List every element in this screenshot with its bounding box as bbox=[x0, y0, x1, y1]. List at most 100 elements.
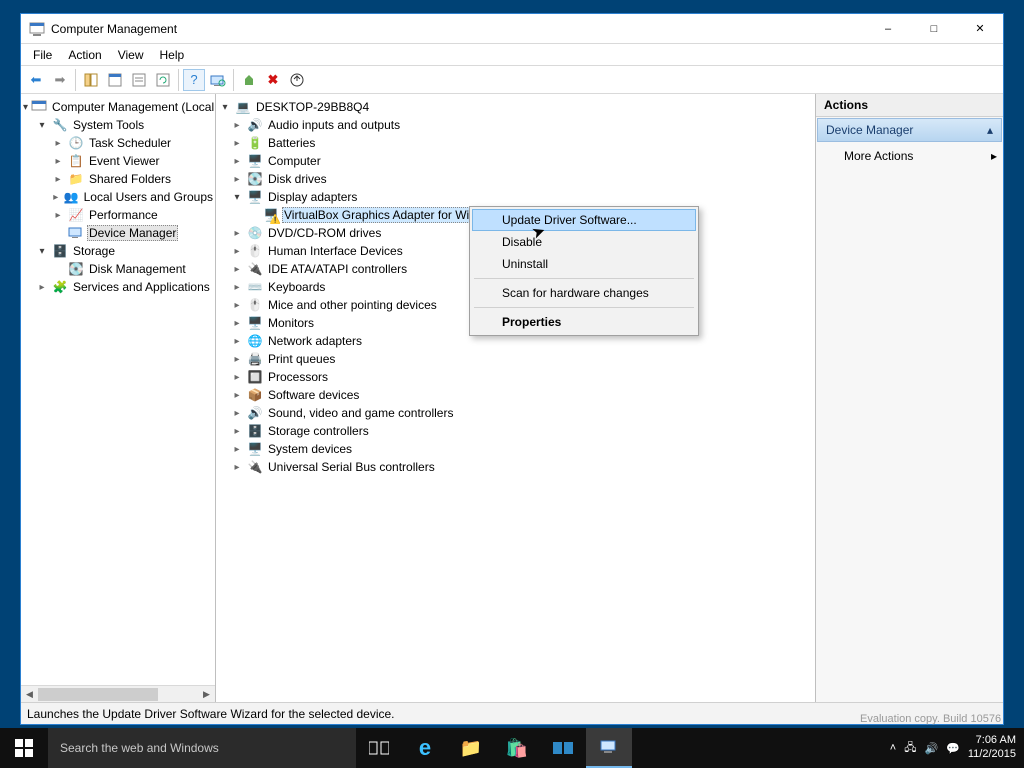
tree-system-tools[interactable]: 🔧System Tools bbox=[21, 116, 215, 134]
dev-storage-ctrl[interactable]: 🗄️Storage controllers bbox=[216, 422, 815, 440]
tree-local-users[interactable]: 👥Local Users and Groups bbox=[21, 188, 215, 206]
storage-ctrl-icon: 🗄️ bbox=[247, 423, 263, 439]
disk-icon: 💽 bbox=[68, 261, 84, 277]
compmgmt-taskbar-icon[interactable] bbox=[586, 728, 632, 768]
tree-event-viewer[interactable]: 📋Event Viewer bbox=[21, 152, 215, 170]
titlebar[interactable]: Computer Management – □ ✕ bbox=[21, 14, 1003, 44]
export-button[interactable] bbox=[128, 69, 150, 91]
search-box[interactable]: Search the web and Windows bbox=[48, 728, 356, 768]
dev-computer[interactable]: 🖥️Computer bbox=[216, 152, 815, 170]
scroll-thumb[interactable] bbox=[38, 688, 158, 701]
dev-sound-video[interactable]: 🔊Sound, video and game controllers bbox=[216, 404, 815, 422]
search-placeholder: Search the web and Windows bbox=[60, 741, 219, 755]
menu-help[interactable]: Help bbox=[152, 46, 193, 64]
back-button[interactable]: ⬅ bbox=[25, 69, 47, 91]
computer-icon: 💻 bbox=[235, 99, 251, 115]
show-tree-button[interactable] bbox=[80, 69, 102, 91]
tree-disk-management[interactable]: 💽Disk Management bbox=[21, 260, 215, 278]
cm-uninstall[interactable]: Uninstall bbox=[472, 253, 696, 275]
actions-device-manager[interactable]: Device Manager ▴ bbox=[817, 118, 1002, 142]
app-icon bbox=[29, 21, 45, 37]
services-icon: 🧩 bbox=[52, 279, 68, 295]
dev-usb[interactable]: 🔌Universal Serial Bus controllers bbox=[216, 458, 815, 476]
system-icon: 🖥️ bbox=[247, 441, 263, 457]
tree-performance[interactable]: 📈Performance bbox=[21, 206, 215, 224]
dev-print-queues[interactable]: 🖨️Print queues bbox=[216, 350, 815, 368]
cm-separator bbox=[474, 278, 694, 279]
properties-button[interactable] bbox=[104, 69, 126, 91]
audio-icon: 🔊 bbox=[247, 117, 263, 133]
volume-tray-icon[interactable]: 🔊 bbox=[924, 742, 938, 755]
menu-view[interactable]: View bbox=[110, 46, 152, 64]
mouse-icon: 🖱️ bbox=[247, 297, 263, 313]
dev-software-devices[interactable]: 📦Software devices bbox=[216, 386, 815, 404]
help-button[interactable]: ? bbox=[183, 69, 205, 91]
cm-disable[interactable]: Disable bbox=[472, 231, 696, 253]
app1-icon[interactable] bbox=[540, 728, 586, 768]
dev-disk-drives[interactable]: 💽Disk drives bbox=[216, 170, 815, 188]
uninstall-button[interactable] bbox=[286, 69, 308, 91]
dev-root[interactable]: 💻DESKTOP-29BB8Q4 bbox=[216, 98, 815, 116]
clock-icon: 🕒 bbox=[68, 135, 84, 151]
start-button[interactable] bbox=[0, 728, 48, 768]
notifications-tray-icon[interactable]: 💬 bbox=[946, 742, 960, 755]
disable-button[interactable]: ✖ bbox=[262, 69, 284, 91]
cm-update-driver[interactable]: Update Driver Software... bbox=[472, 209, 696, 231]
dev-processors[interactable]: 🔲Processors bbox=[216, 368, 815, 386]
dvd-icon: 💿 bbox=[247, 225, 263, 241]
tray-chevron-icon[interactable]: ˄ bbox=[890, 742, 896, 754]
scan-hardware-button[interactable] bbox=[207, 69, 229, 91]
window-title: Computer Management bbox=[51, 22, 865, 36]
tree-device-manager[interactable]: Device Manager bbox=[21, 224, 215, 242]
hid-icon: 🖱️ bbox=[247, 243, 263, 259]
store-icon[interactable]: 🛍️ bbox=[494, 728, 540, 768]
hscrollbar[interactable]: ◀ ▶ bbox=[21, 685, 215, 702]
scroll-left-button[interactable]: ◀ bbox=[21, 686, 38, 703]
dev-system-devices[interactable]: 🖥️System devices bbox=[216, 440, 815, 458]
storage-icon: 🗄️ bbox=[52, 243, 68, 259]
actions-header: Actions bbox=[816, 94, 1003, 117]
taskbar[interactable]: Search the web and Windows e 📁 🛍️ ˄ 🖧 🔊 … bbox=[0, 728, 1024, 768]
actions-more[interactable]: More Actions ▸ bbox=[816, 143, 1003, 169]
menu-action[interactable]: Action bbox=[60, 46, 109, 64]
explorer-icon[interactable]: 📁 bbox=[448, 728, 494, 768]
network-icon: 🌐 bbox=[247, 333, 263, 349]
cm-scan[interactable]: Scan for hardware changes bbox=[472, 282, 696, 304]
update-driver-button[interactable] bbox=[238, 69, 260, 91]
context-menu: Update Driver Software... Disable Uninst… bbox=[469, 206, 699, 336]
system-tray[interactable]: ˄ 🖧 🔊 💬 7:06 AM 11/2/2015 bbox=[890, 734, 1024, 762]
actions-pane: Actions Device Manager ▴ More Actions ▸ bbox=[816, 94, 1003, 702]
perf-icon: 📈 bbox=[68, 207, 84, 223]
clock[interactable]: 7:06 AM 11/2/2015 bbox=[968, 734, 1016, 762]
tree-storage[interactable]: 🗄️Storage bbox=[21, 242, 215, 260]
network-tray-icon[interactable]: 🖧 bbox=[904, 739, 916, 758]
main-panes: Computer Management (Local 🔧System Tools… bbox=[21, 94, 1003, 702]
battery-icon: 🔋 bbox=[247, 135, 263, 151]
dev-audio[interactable]: 🔊Audio inputs and outputs bbox=[216, 116, 815, 134]
cm-properties[interactable]: Properties bbox=[472, 311, 696, 333]
scroll-right-button[interactable]: ▶ bbox=[198, 686, 215, 703]
dev-display-adapters[interactable]: 🖥️Display adapters bbox=[216, 188, 815, 206]
tree-pane-left[interactable]: Computer Management (Local 🔧System Tools… bbox=[21, 94, 216, 702]
keyboard-icon: ⌨️ bbox=[247, 279, 263, 295]
dev-batteries[interactable]: 🔋Batteries bbox=[216, 134, 815, 152]
edge-icon[interactable]: e bbox=[402, 728, 448, 768]
minimize-button[interactable]: – bbox=[865, 14, 911, 43]
close-button[interactable]: ✕ bbox=[957, 14, 1003, 43]
task-view-button[interactable] bbox=[356, 728, 402, 768]
device-tree-pane[interactable]: 💻DESKTOP-29BB8Q4 🔊Audio inputs and outpu… bbox=[216, 94, 816, 702]
tree-root[interactable]: Computer Management (Local bbox=[21, 98, 215, 116]
computer-management-window: Computer Management – □ ✕ File Action Vi… bbox=[20, 13, 1004, 725]
refresh-button[interactable] bbox=[152, 69, 174, 91]
statusbar: Launches the Update Driver Software Wiza… bbox=[21, 702, 1003, 724]
watermark: Evaluation copy. Build 10576 bbox=[860, 713, 1001, 725]
software-icon: 📦 bbox=[247, 387, 263, 403]
display-warning-icon: 🖥️⚠️ bbox=[263, 207, 279, 223]
menu-file[interactable]: File bbox=[25, 46, 60, 64]
tree-shared-folders[interactable]: 📁Shared Folders bbox=[21, 170, 215, 188]
tree-task-scheduler[interactable]: 🕒Task Scheduler bbox=[21, 134, 215, 152]
forward-button[interactable]: ➡ bbox=[49, 69, 71, 91]
cpu-icon: 🔲 bbox=[247, 369, 263, 385]
maximize-button[interactable]: □ bbox=[911, 14, 957, 43]
tree-services-apps[interactable]: 🧩Services and Applications bbox=[21, 278, 215, 296]
